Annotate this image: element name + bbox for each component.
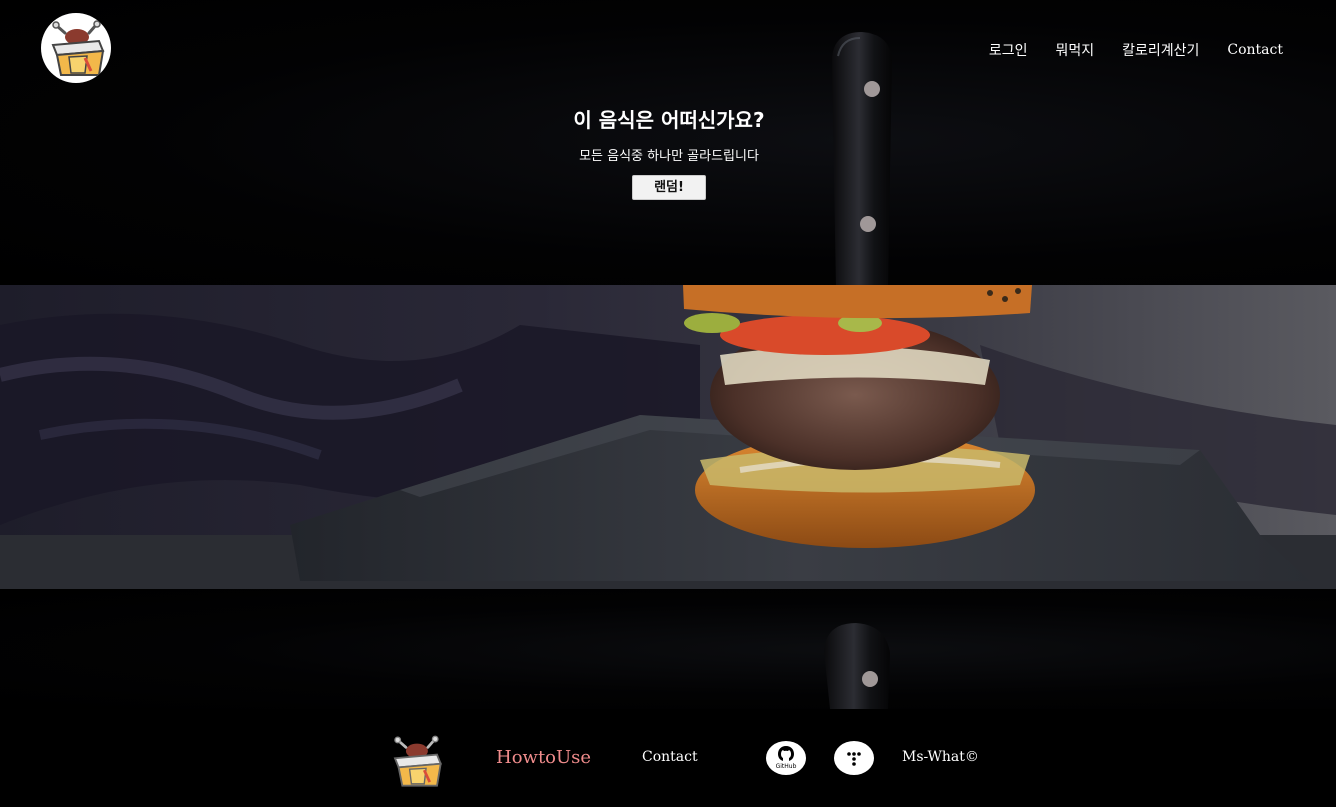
lunchbox-logo-icon[interactable] (384, 729, 448, 793)
footer: HowtoUse Contact GitHub Ms-What© (0, 709, 1336, 807)
page: 로그인 뭐먹지 칼로리계산기 Contact 이 음식은 어떠신가요? 모든 음… (0, 0, 1336, 807)
footer-contact-link[interactable]: Contact (642, 749, 698, 765)
tistory-icon (847, 752, 861, 766)
lunchbox-logo-icon (51, 20, 105, 76)
hero-content: 이 음식은 어떠신가요? 모든 음식중 하나만 골라드립니다 랜덤! (469, 104, 869, 200)
github-label: GitHub (775, 763, 797, 770)
burger-banner (0, 285, 1336, 589)
nav-calorie-calculator[interactable]: 칼로리계산기 (1122, 40, 1199, 60)
site-logo[interactable] (41, 13, 111, 83)
github-button[interactable]: GitHub (766, 741, 806, 775)
hero-subtitle: 모든 음식중 하나만 골라드립니다 (579, 149, 759, 164)
main-nav: 로그인 뭐먹지 칼로리계산기 Contact (989, 40, 1283, 60)
random-button[interactable]: 랜덤! (632, 175, 706, 200)
github-icon (778, 746, 794, 761)
hero-title: 이 음식은 어떠신가요? (573, 108, 765, 132)
knife-handle-image-bottom (824, 623, 890, 709)
nav-what-to-eat[interactable]: 뭐먹지 (1055, 40, 1094, 60)
nav-login[interactable]: 로그인 (989, 40, 1028, 60)
nav-contact[interactable]: Contact (1227, 42, 1283, 58)
footer-copyright: Ms-What© (902, 749, 979, 765)
burger-photo (0, 285, 1336, 589)
hero-section: 로그인 뭐먹지 칼로리계산기 Contact 이 음식은 어떠신가요? 모든 음… (0, 0, 1336, 290)
lower-section (0, 589, 1336, 709)
footer-howto-link[interactable]: HowtoUse (496, 747, 591, 768)
tistory-button[interactable] (834, 741, 874, 775)
